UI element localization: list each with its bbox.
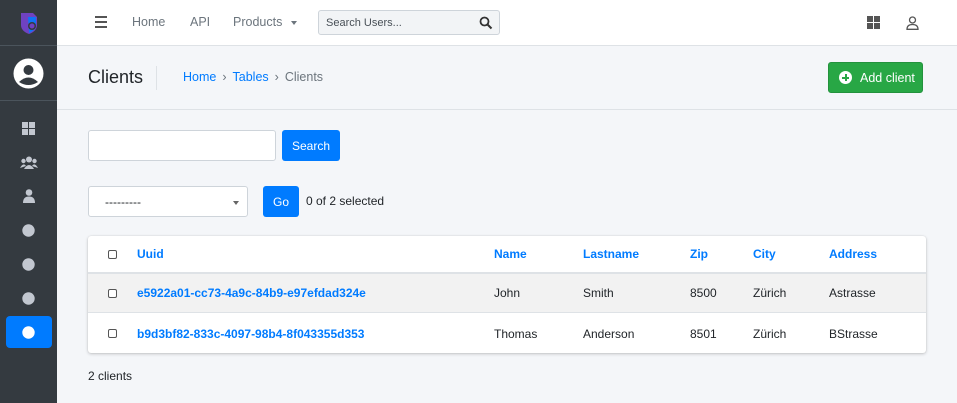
sidebar-item-circle-1[interactable] [6, 214, 52, 246]
cell-name: John [494, 286, 521, 300]
brand-logo-icon [20, 12, 37, 34]
table-row: e5922a01-cc73-4a9c-84b9-e97efdad324e Joh… [88, 274, 926, 313]
sidebar-item-groups[interactable] [6, 146, 52, 178]
column-header-address[interactable]: Address [829, 236, 877, 272]
table-header-row: Uuid Name Lastname Zip City Address [88, 236, 926, 274]
brand[interactable] [0, 0, 57, 46]
page-title: Clients [88, 67, 144, 87]
sidebar [0, 0, 57, 403]
sidebar-item-dashboard[interactable] [6, 112, 52, 144]
column-header-zip[interactable]: Zip [690, 236, 708, 272]
row-select-cell [108, 274, 117, 312]
nav-link-home[interactable]: Home [132, 15, 165, 29]
action-select[interactable]: --------- [88, 186, 248, 217]
breadcrumb: Home › Tables › Clients [183, 70, 323, 84]
cell-lastname: Anderson [583, 326, 635, 341]
uuid-link[interactable]: b9d3bf82-833c-4097-98b4-8f043355d353 [137, 314, 364, 353]
filter-search-input[interactable] [88, 130, 276, 161]
plus-circle-icon [839, 71, 852, 84]
result-count: 2 clients [88, 369, 133, 383]
action-select-value: --------- [105, 194, 141, 209]
add-client-button[interactable]: Add client [828, 62, 923, 93]
menu-toggle-icon[interactable] [95, 16, 107, 31]
chevron-down-icon [233, 201, 239, 205]
cell-zip: 8501 [690, 326, 717, 341]
table-row: b9d3bf82-833c-4097-98b4-8f043355d353 Tho… [88, 314, 926, 353]
nav-link-api[interactable]: API [190, 15, 210, 29]
search-icon[interactable] [479, 16, 493, 30]
row-select-cell [108, 314, 117, 353]
breadcrumb-home[interactable]: Home [183, 70, 216, 84]
circle-icon [22, 223, 35, 237]
column-header-city[interactable]: City [753, 236, 776, 272]
circle-icon [22, 325, 35, 339]
row-checkbox[interactable] [108, 329, 117, 338]
search-input[interactable] [319, 11, 469, 34]
top-navbar: Home API Products [57, 0, 957, 46]
uuid-link[interactable]: e5922a01-cc73-4a9c-84b9-e97efdad324e [137, 274, 366, 312]
content-header: Clients Home › Tables › Clients Add clie… [57, 46, 957, 110]
sidebar-item-circle-3[interactable] [6, 282, 52, 314]
cell-zip: 8500 [690, 286, 717, 300]
selection-counter: 0 of 2 selected [306, 194, 385, 208]
chevron-down-icon [290, 20, 297, 25]
dashboard-icon [22, 121, 35, 135]
nav-dropdown-products[interactable]: Products [233, 15, 297, 29]
user-icon[interactable] [906, 16, 919, 30]
sidebar-item-circle-2[interactable] [6, 248, 52, 280]
column-header-uuid[interactable]: Uuid [137, 236, 164, 272]
cell-lastname: Smith [583, 286, 614, 300]
sidebar-item-user[interactable] [6, 180, 52, 212]
cell-city: Zürich [753, 286, 787, 300]
circle-icon [22, 257, 35, 271]
row-checkbox[interactable] [108, 288, 117, 298]
title-divider [156, 66, 157, 90]
breadcrumb-current: Clients [284, 70, 324, 84]
search-bar [318, 10, 500, 35]
user-icon [22, 189, 35, 203]
cell-address: Astrasse [829, 286, 876, 300]
column-header-lastname[interactable]: Lastname [583, 236, 639, 272]
grid-icon[interactable] [867, 16, 880, 29]
products-label: Products [233, 15, 283, 29]
add-client-label: Add client [860, 70, 915, 85]
breadcrumb-separator: › [274, 70, 279, 84]
go-button[interactable]: Go [263, 186, 299, 217]
cell-address: BStrasse [829, 326, 878, 341]
breadcrumb-separator: › [222, 70, 227, 84]
search-button[interactable]: Search [282, 130, 340, 161]
cell-name: Thomas [494, 326, 538, 341]
select-all-checkbox[interactable] [108, 249, 117, 259]
circle-icon [22, 291, 35, 305]
sidebar-item-clients[interactable] [5, 316, 52, 348]
sidebar-nav [0, 101, 57, 348]
cell-city: Zürich [753, 326, 787, 341]
clients-table: Uuid Name Lastname Zip City Address e592… [88, 236, 926, 353]
user-panel[interactable] [0, 46, 57, 101]
select-all-cell [108, 236, 117, 272]
breadcrumb-tables[interactable]: Tables [233, 70, 269, 84]
users-icon [19, 156, 38, 169]
column-header-name[interactable]: Name [494, 236, 527, 272]
user-avatar-icon [13, 58, 44, 88]
